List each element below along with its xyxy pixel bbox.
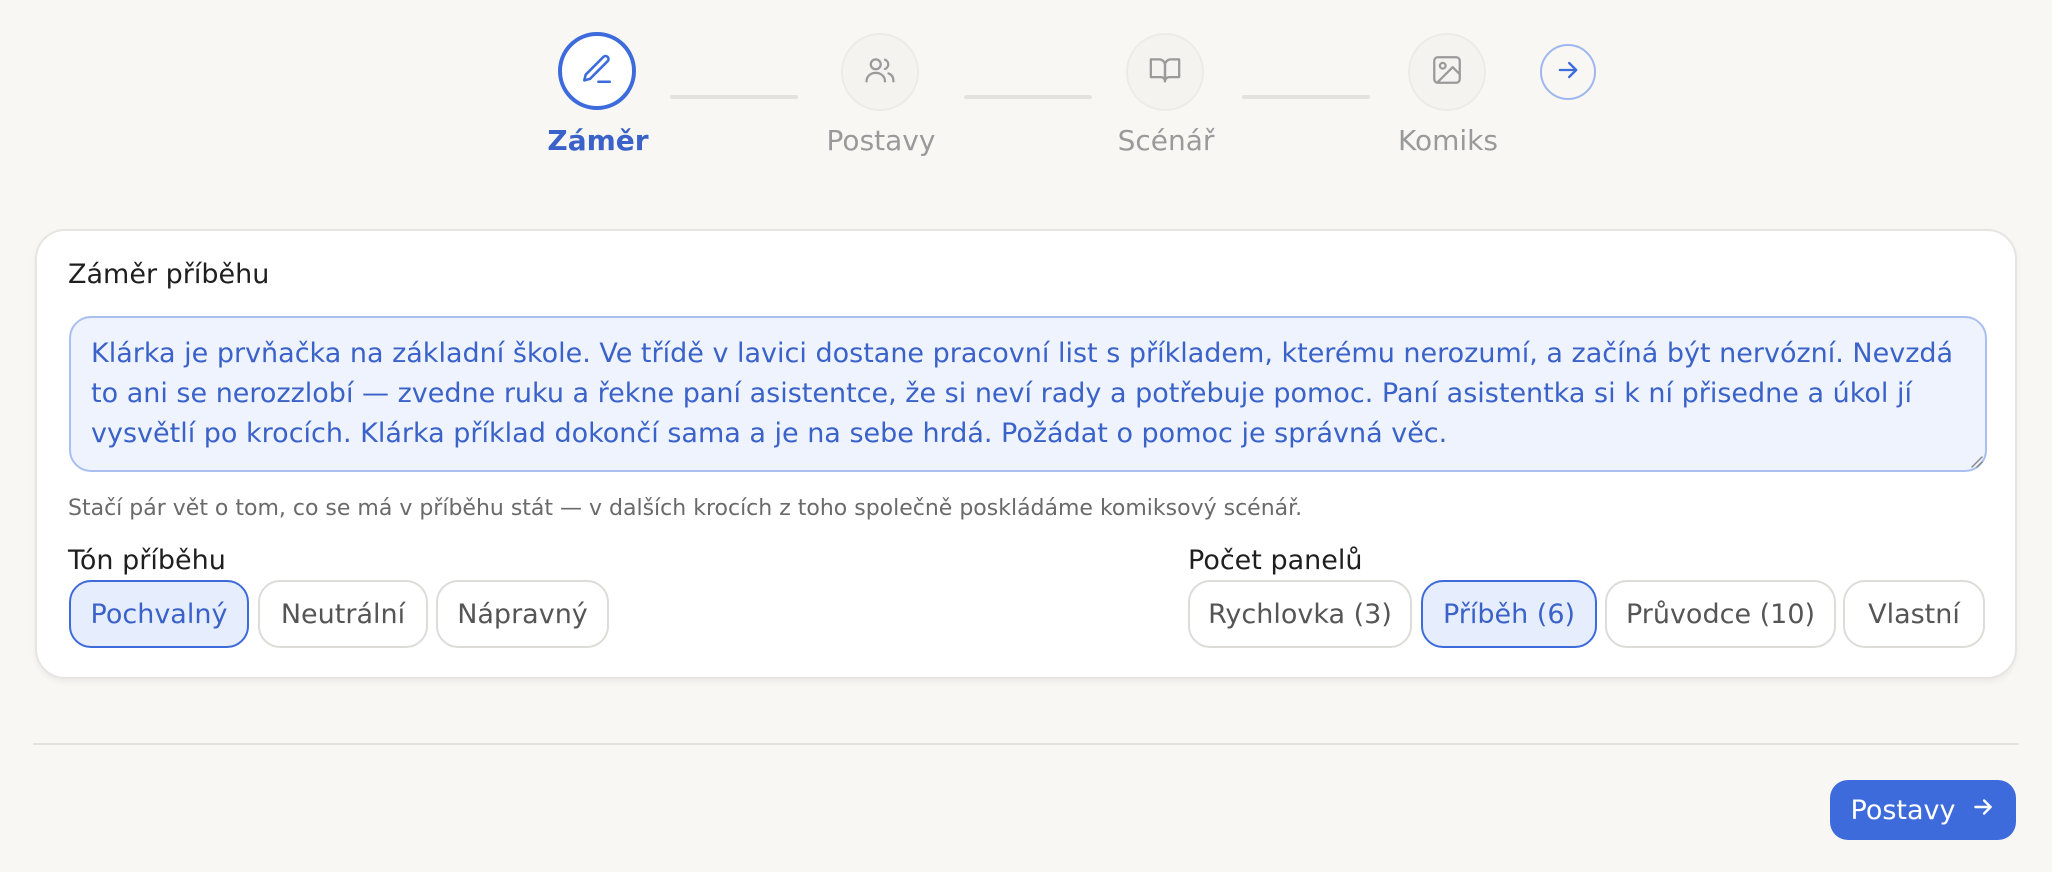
tone-label: Tón příběhu [68, 545, 226, 576]
tone-option-pochvalny[interactable]: Pochvalný [69, 580, 249, 648]
step-label-zamer: Záměr [547, 124, 649, 157]
next-postavy-button[interactable]: Postavy [1830, 780, 2016, 840]
step-postavy[interactable] [841, 33, 919, 111]
step-label-postavy: Postavy [826, 124, 936, 157]
arrow-right-icon [1970, 794, 1996, 827]
tone-option-neutralni[interactable]: Neutrální [258, 580, 428, 648]
arrow-right-icon [1554, 56, 1582, 88]
step-komiks[interactable] [1408, 33, 1486, 111]
pencil-icon [580, 52, 614, 90]
panel-option-vlastni[interactable]: Vlastní [1843, 580, 1985, 648]
panel-count-label: Počet panelů [1188, 545, 1363, 576]
resize-grip-icon[interactable] [1969, 453, 1983, 468]
step-connector [670, 95, 798, 99]
story-card: Záměr příběhu Klárka je prvňačka na zákl… [35, 229, 2017, 679]
step-connector [1242, 95, 1370, 99]
step-label-komiks: Komiks [1398, 124, 1498, 157]
panel-option-rychlovka[interactable]: Rychlovka (3) [1188, 580, 1412, 648]
step-connector [964, 95, 1092, 99]
story-hint: Stačí pár vět o tom, co se má v příběhu … [68, 496, 1303, 521]
stepper: Záměr Postavy Scénář Komiks [0, 0, 2052, 170]
panel-option-pribeh[interactable]: Příběh (6) [1421, 580, 1597, 648]
story-textarea[interactable]: Klárka je prvňačka na základní škole. Ve… [69, 316, 1987, 472]
tone-option-napravny[interactable]: Nápravný [436, 580, 609, 648]
panel-option-pruvodce[interactable]: Průvodce (10) [1605, 580, 1836, 648]
step-label-scenar: Scénář [1117, 124, 1215, 157]
divider [33, 743, 2019, 745]
users-icon [863, 53, 897, 91]
next-step-button[interactable] [1540, 44, 1596, 100]
step-scenar[interactable] [1126, 33, 1204, 111]
book-icon [1148, 53, 1182, 91]
step-zamer[interactable] [558, 32, 636, 110]
story-field-label: Záměr příběhu [68, 259, 270, 290]
next-button-label: Postavy [1850, 794, 1956, 826]
image-icon [1430, 53, 1464, 91]
